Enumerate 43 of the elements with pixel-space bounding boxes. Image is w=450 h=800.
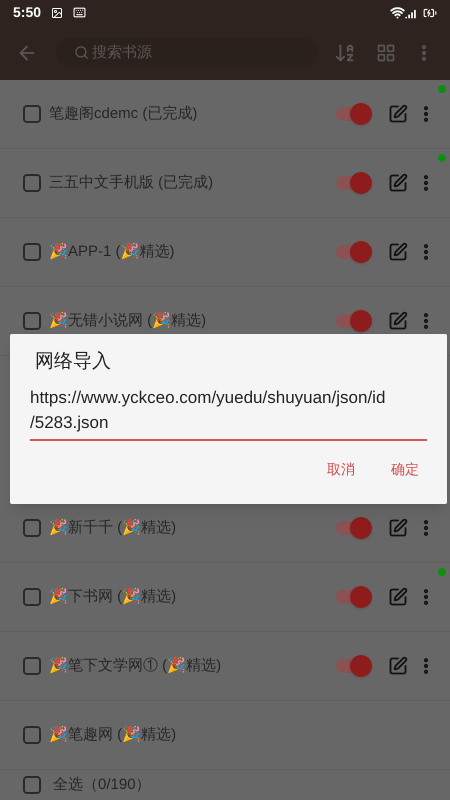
edit-icon[interactable]	[388, 587, 408, 607]
checkbox[interactable]	[23, 726, 41, 744]
search-icon	[74, 45, 89, 60]
checkbox[interactable]	[23, 243, 41, 261]
edit-icon[interactable]	[388, 104, 408, 124]
edit-icon[interactable]	[388, 242, 408, 262]
grid-icon[interactable]	[376, 42, 396, 62]
checkbox[interactable]	[23, 174, 41, 192]
source-name: 🎉新千千 (🎉精选)	[49, 518, 176, 538]
dialog-button[interactable]: 取消	[327, 458, 355, 480]
toggle-switch[interactable]	[336, 517, 372, 539]
toggle-switch[interactable]	[336, 310, 372, 332]
toggle-switch[interactable]	[336, 655, 372, 677]
wifi-icon	[390, 5, 405, 20]
checkbox[interactable]	[23, 588, 41, 606]
checkbox[interactable]	[23, 105, 41, 123]
notification-icon	[51, 6, 64, 18]
edit-icon[interactable]	[388, 311, 408, 331]
checkbox[interactable]	[23, 312, 41, 330]
select-all-label: 全选（0/190）	[53, 774, 151, 795]
source-name: 🎉无错小说网 (🎉精选)	[49, 310, 206, 331]
source-name: 🎉APP-1 (🎉精选)	[49, 242, 175, 262]
checkbox[interactable]	[23, 776, 41, 794]
status-time: 5:50	[13, 3, 42, 22]
edit-icon[interactable]	[388, 173, 408, 193]
edit-icon[interactable]	[388, 518, 408, 538]
source-name: 笔趣阁cdemc (已完成)	[49, 104, 198, 124]
url-field[interactable]: https://www.yckceo.com/yuedu/shuyuan/json/id/5283.json	[30, 384, 427, 440]
edit-icon[interactable]	[388, 656, 408, 676]
source-name: 🎉下书网 (🎉精选)	[49, 586, 176, 607]
toggle-switch[interactable]	[336, 586, 372, 608]
checkbox[interactable]	[23, 657, 41, 675]
toggle-switch[interactable]	[336, 103, 372, 125]
toggle-switch[interactable]	[336, 172, 372, 194]
checkbox[interactable]	[23, 519, 41, 537]
toggle-switch[interactable]	[336, 241, 372, 263]
keyboard-icon	[73, 6, 86, 19]
source-name: 🎉笔下文学网① (🎉精选)	[49, 656, 222, 676]
source-name: 🎉笔趣网 (🎉精选)	[49, 724, 176, 745]
source-name: 三五中文手机版 (已完成)	[49, 172, 214, 193]
dialog-button[interactable]: 确定	[391, 458, 419, 480]
dialog-title: 网络导入	[34, 350, 112, 374]
search-field[interactable]: 搜索书源	[56, 38, 318, 68]
